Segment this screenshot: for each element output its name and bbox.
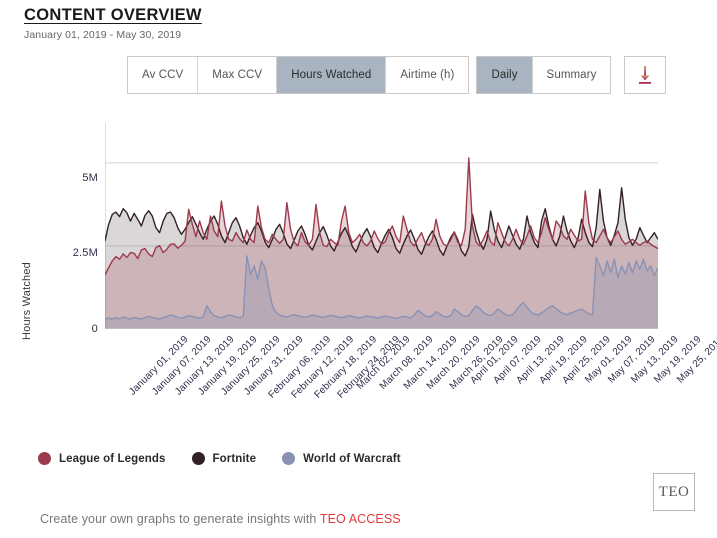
chart-legend: League of Legends Fortnite World of Warc…: [38, 452, 427, 465]
y-tick-5m: 5M: [82, 172, 98, 184]
footer: Create your own graphs to generate insig…: [40, 512, 401, 526]
tab-max-ccv[interactable]: Max CCV: [198, 57, 278, 93]
tab-summary[interactable]: Summary: [532, 57, 611, 93]
date-range-subtitle: January 01, 2019 - May 30, 2019: [24, 29, 182, 41]
legend-label: League of Legends: [59, 452, 166, 465]
legend-label: Fortnite: [212, 452, 257, 465]
legend-item-fortnite[interactable]: Fortnite: [191, 452, 257, 465]
legend-label: World of Warcraft: [303, 452, 401, 465]
teo-logo: TEO: [653, 473, 695, 511]
header: CONTENT OVERVIEW January 01, 2019 - May …: [24, 5, 202, 41]
page-title: CONTENT OVERVIEW: [24, 6, 202, 24]
teo-access-link[interactable]: TEO ACCESS: [320, 512, 401, 526]
download-arrow-icon: [639, 66, 652, 84]
area-chart-svg: [105, 123, 658, 329]
plot-area[interactable]: [105, 123, 658, 329]
download-button[interactable]: [624, 56, 667, 94]
legend-color-swatch: [191, 452, 205, 465]
x-axis-ticks: January 01, 2019 January 07, 2019 January …: [0, 330, 717, 425]
y-tick-2-5m: 2.5M: [72, 247, 98, 259]
tab-hours-watched[interactable]: Hours Watched: [277, 57, 387, 93]
y-axis-ticks: 5M 2.5M 0: [38, 110, 98, 340]
toolbar: Av CCV Max CCV Hours Watched Airtime (h)…: [127, 56, 667, 94]
metric-tab-group: Av CCV Max CCV Hours Watched Airtime (h): [127, 56, 470, 94]
legend-item-world-of-warcraft[interactable]: World of Warcraft: [282, 452, 401, 465]
legend-color-swatch: [282, 452, 296, 465]
granularity-tab-group: Daily Summary: [476, 56, 612, 94]
footer-text: Create your own graphs to generate insig…: [40, 512, 320, 526]
legend-color-swatch: [38, 452, 51, 465]
tab-airtime[interactable]: Airtime (h): [386, 57, 469, 93]
tab-av-ccv[interactable]: Av CCV: [128, 57, 199, 93]
legend-item-league-of-legends[interactable]: League of Legends: [38, 452, 166, 465]
tab-daily[interactable]: Daily: [477, 57, 533, 93]
